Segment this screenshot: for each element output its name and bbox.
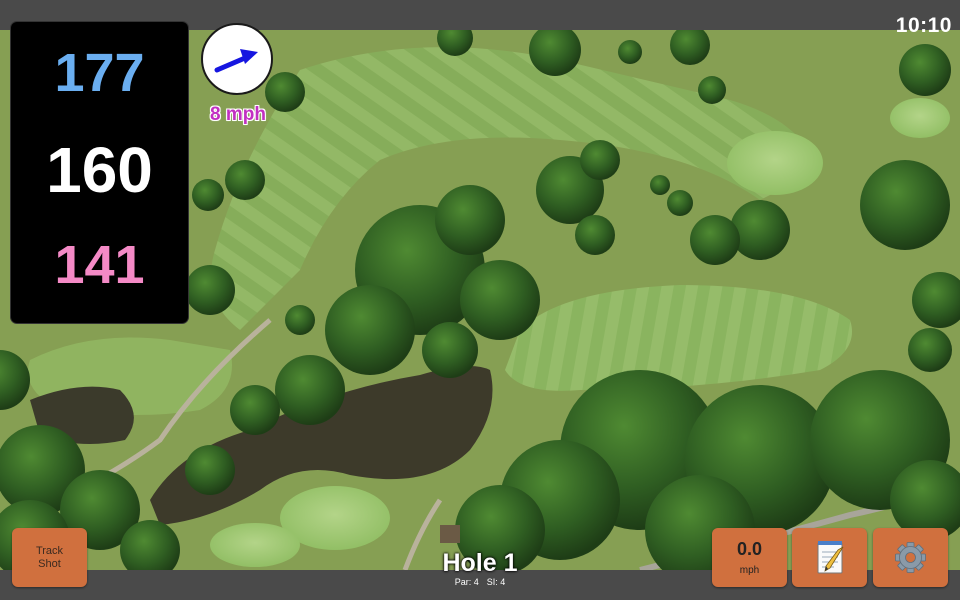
wind-direction-arrow-icon — [214, 49, 258, 73]
speed-value: 0.0 — [736, 539, 763, 559]
distance-panel: 177 160 141 — [11, 22, 188, 323]
distance-front: 141 — [54, 235, 145, 295]
speed-button[interactable]: 0.0 mph — [712, 528, 787, 587]
track-shot-button[interactable]: Track Shot — [12, 528, 87, 587]
notes-button[interactable] — [792, 528, 867, 587]
distance-middle: 160 — [46, 134, 153, 206]
wind-indicator — [201, 23, 273, 95]
track-shot-label: Track Shot — [12, 545, 87, 571]
notepad-icon — [817, 541, 844, 574]
speed-unit: mph — [739, 565, 760, 576]
hole-si: SI: 4 — [486, 577, 506, 587]
hole-title: Hole 1 — [442, 549, 518, 577]
distance-back: 177 — [54, 43, 145, 103]
status-time: 10:10 — [895, 14, 952, 37]
wind-speed-label: 8 mph — [210, 104, 266, 125]
track-shot-label-line2: Shot — [38, 558, 61, 570]
track-shot-label-line1: Track — [35, 545, 64, 557]
gear-icon — [895, 542, 926, 573]
hole-info: Par: 4 SI: 4 — [400, 577, 560, 587]
hole-par: Par: 4 — [454, 577, 479, 587]
settings-button[interactable] — [873, 528, 948, 587]
